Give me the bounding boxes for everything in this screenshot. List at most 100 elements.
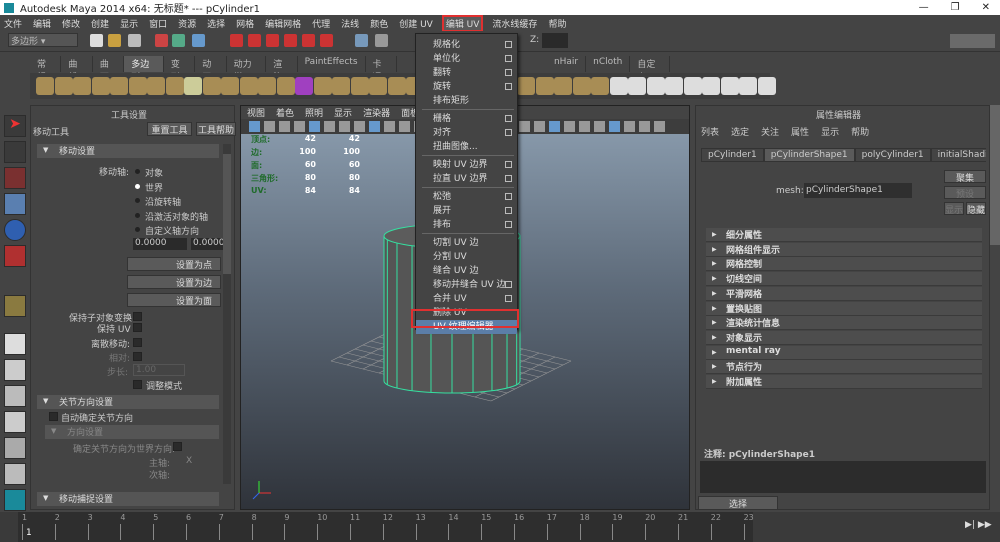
keep-uv-checkbox[interactable] xyxy=(133,323,142,332)
set-to-face-button[interactable]: 设置为面 xyxy=(127,293,221,307)
menu-9[interactable]: 编辑网格 xyxy=(265,17,301,30)
menu-item-3[interactable]: 旋转 xyxy=(416,80,517,94)
shelf-tool-icon[interactable] xyxy=(609,77,628,95)
show-button[interactable]: 显示 xyxy=(944,202,964,216)
option-box-icon[interactable] xyxy=(505,161,512,168)
option-box-icon[interactable] xyxy=(505,69,512,76)
menu-6[interactable]: 资源 xyxy=(178,17,196,30)
menu-16[interactable]: 帮助 xyxy=(548,17,566,30)
attr-tab-3[interactable]: initialShadingGr xyxy=(930,148,986,162)
shelf-tool-icon[interactable] xyxy=(295,77,313,95)
shelf-tool-icon[interactable] xyxy=(313,77,332,95)
shelf-tool-icon[interactable] xyxy=(702,77,720,95)
menu-item-11[interactable]: 展开 xyxy=(416,204,517,218)
attr-menu-3[interactable]: 属性 xyxy=(791,125,809,138)
panel-layout-icons[interactable] xyxy=(950,34,995,48)
shelf-tab-9[interactable]: 卡通 xyxy=(366,56,397,83)
shelf-tab-0[interactable]: 常规 xyxy=(30,56,62,83)
layout-graph2-icon[interactable] xyxy=(4,463,26,485)
shelf-tab-6[interactable]: 动力学 xyxy=(227,56,267,83)
shelf-tool-icon[interactable] xyxy=(276,77,295,95)
menu-item-9[interactable]: 拉直 UV 边界 xyxy=(416,172,517,186)
snap-settings-header[interactable]: 移动捕捉设置 xyxy=(37,492,219,506)
step-field[interactable]: 1.00 xyxy=(133,364,185,376)
menu-item-2[interactable]: 翻转 xyxy=(416,66,517,80)
shelf-tab-11[interactable]: nCloth xyxy=(586,56,631,72)
shelf-tool-icon[interactable] xyxy=(628,77,646,95)
menu-15[interactable]: 流水线缓存 xyxy=(492,17,537,30)
shelf-tool-icon[interactable] xyxy=(757,77,776,95)
menu-item-13[interactable]: 切割 UV 边 xyxy=(416,236,517,250)
option-box-icon[interactable] xyxy=(505,55,512,62)
toolbar-tool-icon[interactable] xyxy=(375,34,388,47)
move-tool-icon[interactable] xyxy=(4,193,26,215)
shelf-tool-icon[interactable] xyxy=(683,77,702,95)
set-to-edge-button[interactable]: 设置为边 xyxy=(127,275,221,289)
attr-menu-2[interactable]: 关注 xyxy=(761,125,779,138)
shelf-tool-icon[interactable] xyxy=(739,77,757,95)
attr-section-3[interactable]: 切线空间 xyxy=(706,272,982,287)
orient-settings-header[interactable]: 方向设置 xyxy=(45,425,219,439)
option-box-icon[interactable] xyxy=(505,41,512,48)
toolbar-tool-icon[interactable] xyxy=(108,34,121,47)
attr-menu-5[interactable]: 帮助 xyxy=(851,125,869,138)
relative-checkbox[interactable] xyxy=(133,352,142,361)
axis-radio-4[interactable] xyxy=(135,227,140,232)
layout-single-icon[interactable] xyxy=(4,333,26,355)
toolbar-tool-icon[interactable] xyxy=(320,34,333,47)
menu-item-4[interactable]: 排布矩形 xyxy=(416,94,517,108)
shelf-tool-icon[interactable] xyxy=(147,77,165,95)
shelf-tool-icon[interactable] xyxy=(258,77,276,95)
attr-tab-1[interactable]: pCylinderShape1 xyxy=(763,148,855,162)
toolbar-tool-icon[interactable] xyxy=(155,34,168,47)
shelf-tool-icon[interactable] xyxy=(665,77,683,95)
attr-section-8[interactable]: mental ray xyxy=(706,345,982,360)
option-box-icon[interactable] xyxy=(505,83,512,90)
mode-selector[interactable]: 多边形 ▾ xyxy=(8,33,78,47)
toolbar-tool-icon[interactable] xyxy=(128,34,141,47)
option-box-icon[interactable] xyxy=(505,115,512,122)
option-box-icon[interactable] xyxy=(505,207,512,214)
focus-button[interactable]: 聚集 xyxy=(944,170,986,184)
playback-controls-icon[interactable]: ▶| ▶▶ xyxy=(965,520,995,534)
menu-3[interactable]: 创建 xyxy=(91,17,109,30)
shelf-tool-icon[interactable] xyxy=(332,77,350,95)
menu-8[interactable]: 网格 xyxy=(236,17,254,30)
auto-joint-checkbox[interactable] xyxy=(49,412,58,421)
layout-graph-icon[interactable] xyxy=(4,411,26,433)
paint-select-icon[interactable] xyxy=(4,167,26,189)
menu-1[interactable]: 编辑 xyxy=(33,17,51,30)
mesh-name-field[interactable]: pCylinderShape1 xyxy=(804,183,912,198)
attr-section-2[interactable]: 网格控制 xyxy=(706,257,982,272)
last-tool-icon[interactable] xyxy=(4,295,26,317)
shelf-tool-icon[interactable] xyxy=(165,77,184,95)
option-box-icon[interactable] xyxy=(505,295,512,302)
custom-x-field[interactable]: 0.0000 xyxy=(133,238,187,250)
shelf-tool-icon[interactable] xyxy=(535,77,554,95)
layout-hypershade-icon[interactable] xyxy=(4,437,26,459)
set-to-point-button[interactable]: 设置为点 xyxy=(127,257,221,271)
minimize-button[interactable]: — xyxy=(919,2,929,13)
shelf-tab-8[interactable]: PaintEffects xyxy=(298,56,366,72)
option-box-icon[interactable] xyxy=(505,281,512,288)
shelf-tab-3[interactable]: 多边形 xyxy=(124,56,164,83)
menu-7[interactable]: 选择 xyxy=(207,17,225,30)
shelf-tool-icon[interactable] xyxy=(350,77,369,95)
menu-item-0[interactable]: 规格化 xyxy=(416,38,517,52)
shelf-tool-icon[interactable] xyxy=(369,77,387,95)
attr-section-4[interactable]: 平滑网格 xyxy=(706,286,982,301)
menu-item-8[interactable]: 映射 UV 边界 xyxy=(416,158,517,172)
tool-settings-scrollbar[interactable] xyxy=(223,144,231,484)
menu-item-17[interactable]: 合并 UV xyxy=(416,292,517,306)
shelf-tab-7[interactable]: 渲染 xyxy=(266,56,298,83)
time-slider[interactable]: 1 2 3 4 5 6 7 8 9 10 11 12 13 14 15 16 17 18 19 20 21 22 23 1 ▶… xyxy=(0,512,1000,542)
toolbar-tool-icon[interactable] xyxy=(284,34,297,47)
attr-section-6[interactable]: 渲染统计信息 xyxy=(706,316,982,331)
toolbar-tool-icon[interactable] xyxy=(355,34,368,47)
shelf-tool-icon[interactable] xyxy=(239,77,258,95)
menu-14[interactable]: 编辑 UV xyxy=(441,14,484,32)
side-tabs[interactable] xyxy=(990,105,1000,245)
tweak-checkbox[interactable] xyxy=(133,380,142,389)
attr-section-7[interactable]: 对象显示 xyxy=(706,330,982,345)
presets-button[interactable]: 预设 xyxy=(944,186,986,200)
